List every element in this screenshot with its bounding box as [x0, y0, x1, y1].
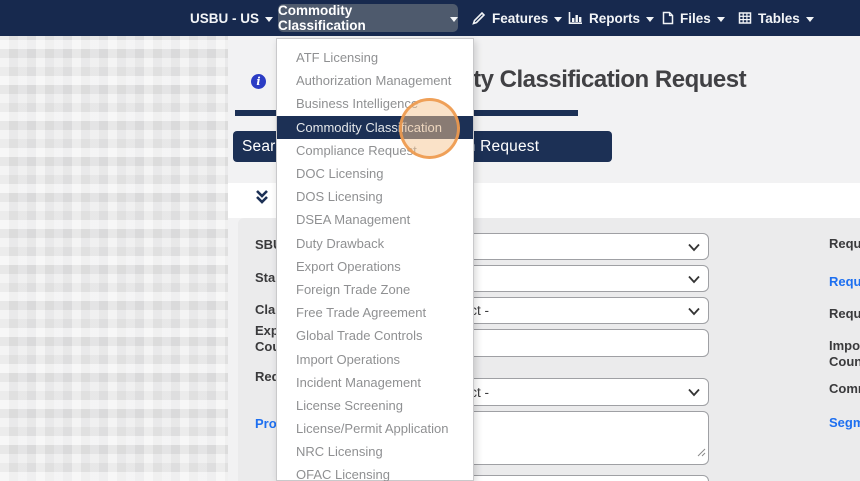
- chevron-down-icon: [554, 16, 563, 22]
- file-icon: [662, 11, 674, 25]
- label-import-line2: Coun: [829, 354, 860, 369]
- label-import-line1: Impor: [829, 338, 860, 353]
- chevron-down-icon: [265, 16, 274, 22]
- nav-item-reports[interactable]: Reports: [568, 0, 655, 36]
- menu-item-export-operations[interactable]: Export Operations: [277, 255, 473, 278]
- nav-usbu-label: USBU - US: [190, 10, 260, 26]
- table-icon: [738, 11, 752, 25]
- menu-item-global-trade-controls[interactable]: Global Trade Controls: [277, 324, 473, 347]
- menu-item-nrc-licensing[interactable]: NRC Licensing: [277, 440, 473, 463]
- chevron-down-icon: [688, 385, 700, 400]
- nav-reports-label: Reports: [589, 10, 641, 26]
- info-icon-glyph: i: [256, 75, 261, 88]
- app-screen: i Commodity Classification Request Searc…: [0, 0, 860, 481]
- menu-item-license-permit-application[interactable]: License/Permit Application: [277, 417, 473, 440]
- chevron-down-icon: [805, 16, 814, 22]
- nav-item-usbu[interactable]: USBU - US: [190, 0, 274, 36]
- menu-item-import-operations[interactable]: Import Operations: [277, 347, 473, 370]
- nav-files-label: Files: [680, 10, 711, 26]
- menu-item-commodity-classification[interactable]: Commodity Classification: [277, 115, 473, 139]
- label-right-5: Comm: [829, 381, 860, 396]
- nav-item-commodity-classification[interactable]: Commodity Classification: [278, 3, 458, 33]
- label-right-2-link[interactable]: Requ: [829, 274, 860, 289]
- menu-item-authorization-management[interactable]: Authorization Management: [277, 69, 473, 92]
- menu-item-license-screening[interactable]: License Screening: [277, 394, 473, 417]
- menu-item-business-intelligence[interactable]: Business Intelligence: [277, 92, 473, 115]
- nav-features-label: Features: [492, 10, 549, 26]
- collapse-chevrons-icon[interactable]: [254, 189, 270, 205]
- nav-commodity-label: Commodity Classification: [278, 3, 366, 33]
- nav-item-files[interactable]: Files: [662, 0, 725, 36]
- label-product-link[interactable]: Pro: [255, 416, 277, 431]
- menu-item-duty-drawback[interactable]: Duty Drawback: [277, 232, 473, 255]
- menu-item-foreign-trade-zone[interactable]: Foreign Trade Zone: [277, 278, 473, 301]
- label-status: Sta: [255, 270, 276, 285]
- label-right-3: Requ: [829, 306, 860, 321]
- menu-item-compliance-request[interactable]: Compliance Request: [277, 139, 473, 162]
- nav-item-features[interactable]: Features: [472, 0, 563, 36]
- label-segment-link[interactable]: Segm: [829, 415, 860, 430]
- menu-item-doc-licensing[interactable]: DOC Licensing: [277, 162, 473, 185]
- resize-grip-icon[interactable]: [696, 444, 706, 462]
- menu-item-free-trade-agreement[interactable]: Free Trade Agreement: [277, 301, 473, 324]
- menu-item-dos-licensing[interactable]: DOS Licensing: [277, 185, 473, 208]
- menu-item-incident-management[interactable]: Incident Management: [277, 371, 473, 394]
- nav-tables-label: Tables: [758, 10, 800, 26]
- menu-item-atf-licensing[interactable]: ATF Licensing: [277, 46, 473, 69]
- bar-chart-icon: [568, 11, 583, 25]
- menu-item-dsea-management[interactable]: DSEA Management: [277, 208, 473, 231]
- chevron-down-icon: [450, 16, 458, 22]
- chevron-down-icon: [688, 303, 700, 318]
- nav-item-tables[interactable]: Tables: [738, 0, 814, 36]
- chevron-down-icon: [688, 239, 700, 254]
- info-icon[interactable]: i: [251, 74, 266, 89]
- label-right-1: Requ: [829, 236, 860, 251]
- menu-item-ofac-licensing[interactable]: OFAC Licensing: [277, 463, 473, 481]
- pencil-icon: [472, 11, 486, 25]
- chevron-down-icon: [716, 16, 725, 22]
- module-dropdown-menu: ATF Licensing Authorization Management B…: [276, 38, 474, 481]
- label-classification: Cla: [255, 302, 276, 317]
- blurred-background: [0, 36, 228, 481]
- chevron-down-icon: [688, 271, 700, 286]
- chevron-down-icon: [646, 16, 655, 22]
- top-navbar: USBU - US Commodity Classification Featu…: [0, 0, 860, 36]
